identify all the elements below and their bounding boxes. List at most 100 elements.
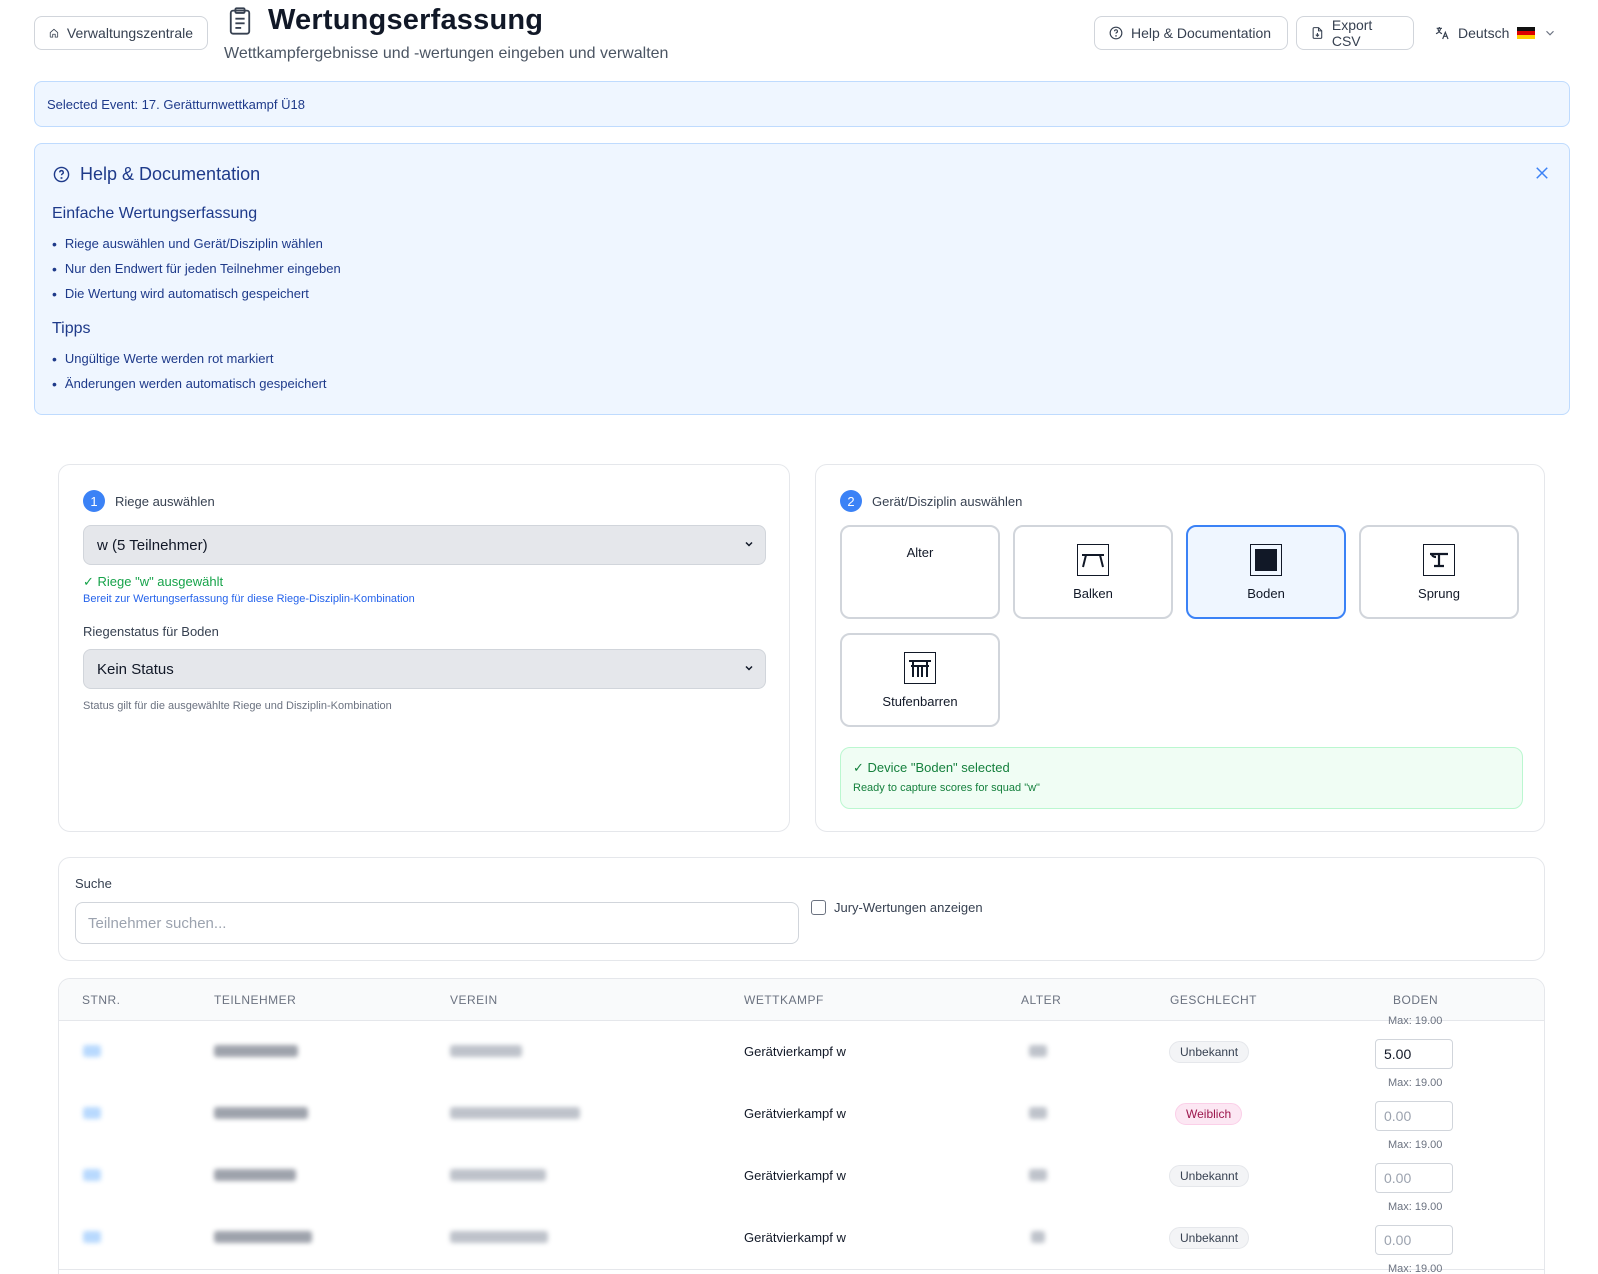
score-input[interactable]: [1375, 1225, 1453, 1255]
help-section-title: Einfache Wertungserfassung: [52, 205, 258, 222]
column-header[interactable]: ALTER: [1021, 993, 1061, 1007]
search-input[interactable]: [75, 902, 799, 944]
score-input[interactable]: [1375, 1039, 1453, 1069]
gender-badge: Weiblich: [1175, 1103, 1243, 1125]
step-header: 2 Gerät/Disziplin auswählen: [840, 490, 1022, 512]
table-row[interactable]: Max: 19.00 Gerätvierkampf w Unbekannt Ma…: [59, 1201, 1544, 1274]
page: Verwaltungszentrale Wertungserfassung We…: [0, 0, 1598, 1274]
competition-cell: Gerätvierkampf w: [744, 1044, 846, 1059]
participant-name-redacted: [214, 1045, 298, 1057]
search-card: Suche Jury-Wertungen anzeigen: [58, 857, 1545, 961]
competition-cell: Gerätvierkampf w: [744, 1230, 846, 1245]
participants-table: STNR. TEILNEHMER VEREIN WETTKAMPF ALTER …: [58, 978, 1545, 1274]
start-number-redacted: [83, 1169, 101, 1181]
chevron-down-icon: [745, 665, 753, 671]
column-header[interactable]: GESCHLECHT: [1170, 993, 1257, 1007]
squad-select-value: w (5 Teilnehmer): [97, 536, 208, 554]
balance-beam-icon: [1077, 543, 1109, 576]
squad-selection-card: 1 Riege auswählen w (5 Teilnehmer) ✓ Rie…: [58, 464, 790, 832]
gender-badge: Unbekannt: [1169, 1165, 1250, 1187]
device-selected-alert: ✓ Device "Boden" selected Ready to captu…: [840, 747, 1523, 809]
club-redacted: [450, 1045, 522, 1057]
step-number: 2: [840, 490, 862, 512]
max-label: Max: 19.00: [1388, 1201, 1443, 1213]
step-label: Gerät/Disziplin auswählen: [872, 493, 1023, 509]
column-header[interactable]: WETTKAMPF: [744, 993, 824, 1007]
home-button[interactable]: Verwaltungszentrale: [34, 16, 208, 50]
club-redacted: [450, 1231, 548, 1243]
age-redacted: [1031, 1231, 1045, 1243]
competition-cell: Gerätvierkampf w: [744, 1106, 846, 1121]
gender-badge: Unbekannt: [1169, 1227, 1250, 1249]
close-icon[interactable]: [1533, 164, 1551, 182]
help-button[interactable]: Help & Documentation: [1094, 16, 1288, 50]
device-button-balken[interactable]: Balken: [1013, 525, 1173, 619]
help-circle-icon: [53, 166, 70, 183]
table-header: STNR. TEILNEHMER VEREIN WETTKAMPF ALTER …: [59, 979, 1544, 1021]
age-redacted: [1029, 1169, 1047, 1181]
participant-name-redacted: [214, 1231, 312, 1243]
device-selected-title: ✓ Device "Boden" selected: [853, 760, 1010, 775]
home-button-label: Verwaltungszentrale: [66, 25, 193, 41]
file-download-icon: [1312, 27, 1323, 39]
squad-ready-message: Bereit zur Wertungserfassung für diese R…: [83, 593, 415, 605]
age-redacted: [1029, 1107, 1047, 1119]
german-flag-icon: [1517, 27, 1536, 39]
export-csv-button[interactable]: Export CSV: [1296, 16, 1414, 50]
status-select[interactable]: Kein Status: [83, 649, 766, 689]
start-number-redacted: [83, 1107, 101, 1119]
help-circle-icon: [1109, 26, 1123, 40]
jury-label: Jury-Wertungen anzeigen: [834, 900, 983, 915]
language-selector[interactable]: Deutsch: [1434, 16, 1557, 50]
chevron-down-icon: [745, 541, 753, 547]
gender-badge: Unbekannt: [1169, 1041, 1250, 1063]
language-label: Deutsch: [1458, 25, 1510, 41]
column-header[interactable]: BODEN: [1393, 993, 1438, 1007]
help-button-label: Help & Documentation: [1131, 25, 1272, 41]
device-button-boden[interactable]: Boden: [1186, 525, 1346, 619]
step-number: 1: [83, 490, 105, 512]
step-header: 1 Riege auswählen: [83, 490, 215, 512]
column-header[interactable]: VEREIN: [450, 993, 498, 1007]
header: Verwaltungszentrale Wertungserfassung We…: [0, 0, 1598, 80]
status-note: Status gilt für die ausgewählte Riege un…: [83, 700, 392, 712]
score-input[interactable]: [1375, 1101, 1453, 1131]
status-select-value: Kein Status: [97, 660, 174, 678]
score-input[interactable]: [1375, 1163, 1453, 1193]
device-button-alter[interactable]: Alter: [840, 525, 1000, 619]
column-header[interactable]: STNR.: [82, 993, 121, 1007]
help-section-list: Ungültige Werte werden rot markiert Ände…: [52, 346, 327, 396]
jury-toggle[interactable]: Jury-Wertungen anzeigen: [811, 900, 983, 915]
device-label: Sprung: [1418, 585, 1460, 601]
jury-checkbox[interactable]: [811, 900, 826, 915]
squad-selected-message: ✓ Riege "w" ausgewählt: [83, 574, 224, 589]
device-selection-card: 2 Gerät/Disziplin auswählen Alter Balken…: [815, 464, 1545, 832]
chevron-down-icon: [1546, 30, 1555, 36]
help-section-list: Riege auswählen und Gerät/Disziplin wähl…: [52, 231, 341, 306]
device-button-sprung[interactable]: Sprung: [1359, 525, 1519, 619]
help-panel: Help & Documentation Einfache Wertungser…: [34, 143, 1570, 415]
device-button-stufenbarren[interactable]: Stufenbarren: [840, 633, 1000, 727]
start-number-redacted: [83, 1231, 101, 1243]
floor-icon: [1250, 543, 1282, 576]
search-label: Suche: [75, 876, 112, 891]
table-row[interactable]: Max: 19.00 Gerätvierkampf w Unbekannt: [59, 1139, 1544, 1208]
device-label: Stufenbarren: [882, 693, 958, 709]
device-label: Alter: [906, 545, 934, 560]
column-header[interactable]: TEILNEHMER: [214, 993, 296, 1007]
uneven-bars-icon: [904, 651, 936, 684]
max-label: Max: 19.00: [1388, 1077, 1443, 1089]
help-panel-header: Help & Documentation: [53, 164, 260, 185]
page-subtitle: Wettkampfergebnisse und -wertungen einge…: [224, 45, 669, 62]
home-icon: [49, 28, 59, 38]
help-panel-title: Help & Documentation: [80, 164, 261, 184]
table-row[interactable]: Max: 19.00 Gerätvierkampf w Unbekannt: [59, 1015, 1544, 1084]
club-redacted: [450, 1169, 546, 1181]
club-redacted: [450, 1107, 580, 1119]
list-item: Ungültige Werte werden rot markiert: [52, 346, 327, 371]
squad-select[interactable]: w (5 Teilnehmer): [83, 525, 766, 565]
table-row[interactable]: Max: 19.00 Gerätvierkampf w Weiblich: [59, 1077, 1544, 1146]
list-item: Änderungen werden automatisch gespeicher…: [52, 371, 327, 396]
vault-icon: [1423, 543, 1455, 576]
start-number-redacted: [83, 1045, 101, 1057]
